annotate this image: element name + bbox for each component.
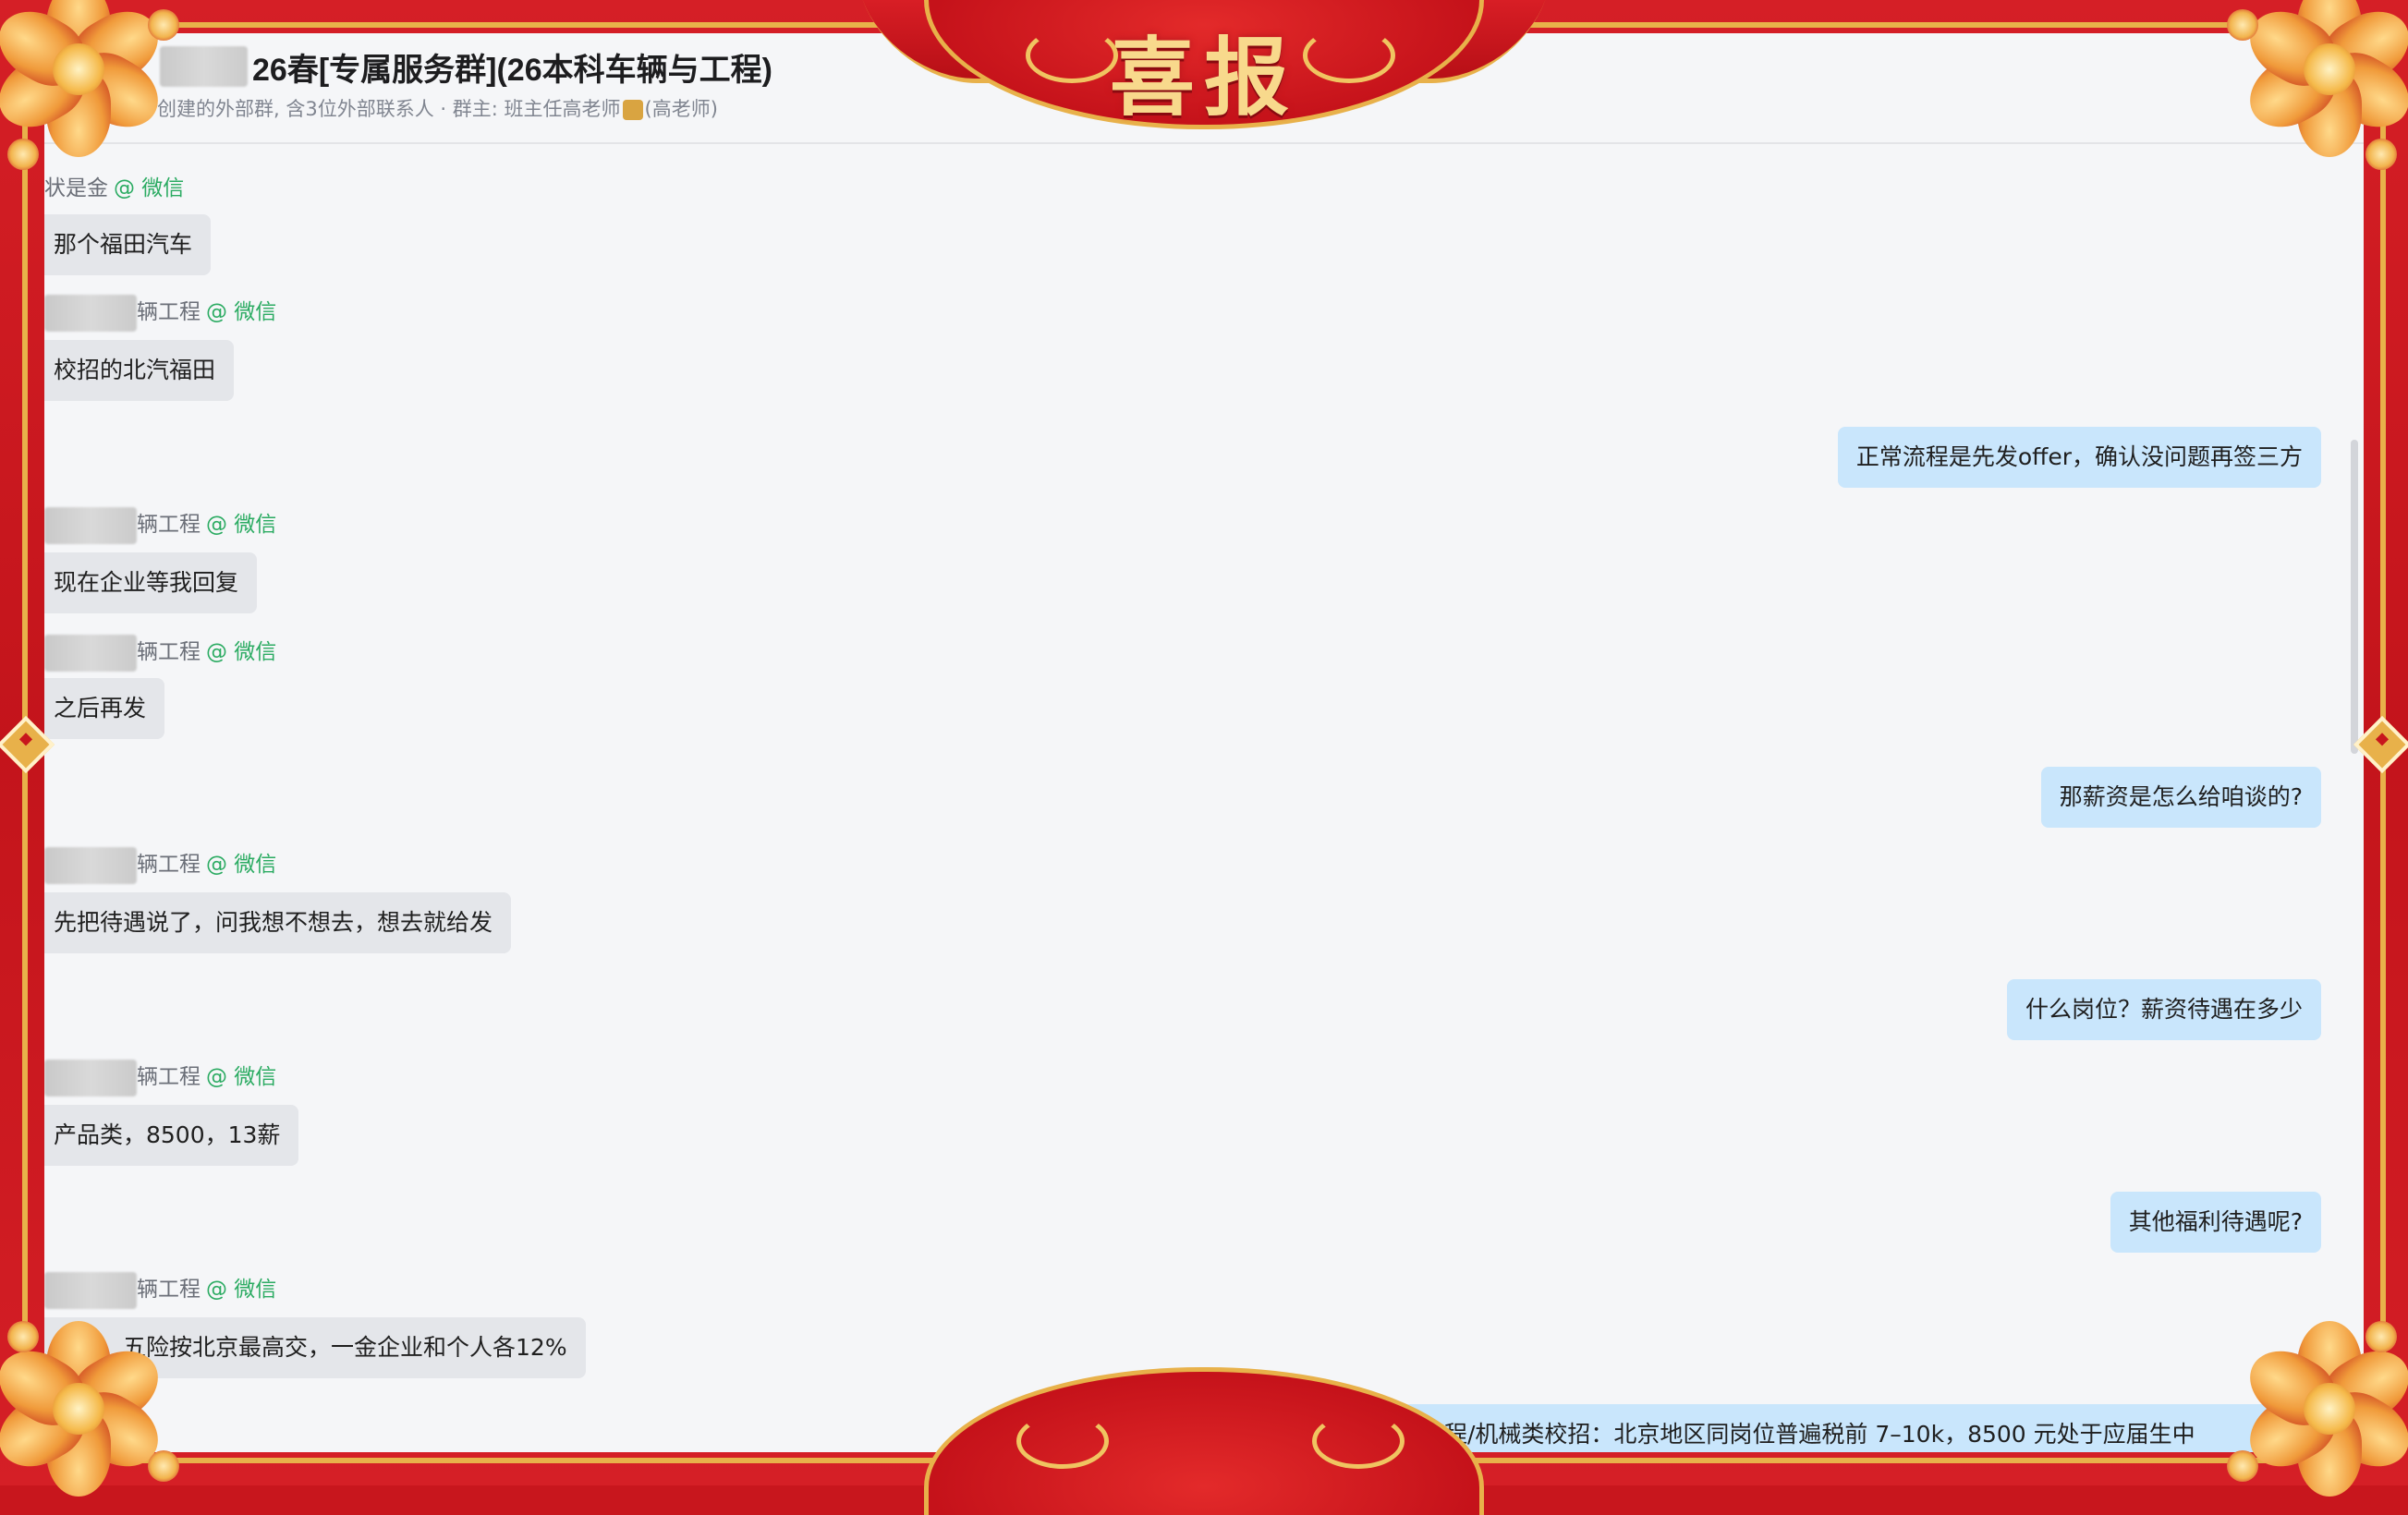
sender-label: 辆工程 (137, 640, 201, 664)
sender-label: 辆工程 (137, 513, 201, 537)
wechat-tag: @ 微信 (206, 853, 277, 877)
corner-flower-icon (0, 0, 171, 157)
group-title: 26春[专属服务群](26本科车辆与工程) (252, 53, 772, 88)
cloud-ornament-icon (1016, 1413, 1109, 1469)
corner-flower-icon (2237, 0, 2408, 157)
sender-name: 辆工程 @ 微信 (44, 294, 276, 332)
wechat-tag: @ 微信 (206, 640, 277, 664)
blurred-sender (44, 1271, 137, 1309)
group-subtitle-text: 用户创建的外部群, 含3位外部联系人 · 群主: 班主任高老师 (118, 98, 621, 120)
wechat-tag: @ 微信 (206, 1065, 277, 1089)
message-bubble-self[interactable]: 其他福利待遇呢? (2110, 1192, 2321, 1253)
banner-title: 喜报 (1109, 28, 1298, 127)
wechat-tag: @ 微信 (206, 300, 277, 324)
chat-window: 26春[专属服务群](26本科车辆与工程) 用户创建的外部群, 含3位外部联系人… (44, 33, 2364, 1452)
owner-avatar (622, 100, 643, 120)
blurred-group-name (160, 46, 248, 87)
sender-label: 辆工程 (137, 853, 201, 877)
message-bubble-self[interactable]: 什么岗位？薪资待遇在多少 (2006, 979, 2321, 1040)
group-subtitle: 用户创建的外部群, 含3位外部联系人 · 群主: 班主任高老师 (高老师) (118, 94, 718, 122)
blurred-sender (44, 506, 137, 544)
small-flower-icon (148, 1450, 179, 1482)
message-bubble[interactable]: 校招的北汽福田 (44, 340, 235, 401)
sender-label: 状是金 (44, 176, 108, 200)
sender-label: 辆工程 (137, 1065, 201, 1089)
small-flower-icon (7, 139, 39, 170)
wechat-tag: @ 微信 (206, 1278, 277, 1302)
small-flower-icon (2365, 1321, 2397, 1352)
small-flower-icon (2227, 1450, 2258, 1482)
cloud-ornament-icon (1303, 28, 1395, 83)
scrollbar[interactable] (2351, 440, 2358, 754)
message-bubble[interactable]: 之后再发 (44, 678, 165, 739)
sender-name: 状是金 @ 微信 (44, 170, 184, 201)
cloud-ornament-icon (1312, 1413, 1405, 1469)
message-bubble-self[interactable]: 那薪资是怎么给咱谈的? (2040, 767, 2321, 828)
message-bubble-self[interactable]: 工程/机械类校招：北京地区同岗位普遍税前 7–10k，8500 元处于应届生中 (1403, 1404, 2364, 1452)
cloud-ornament-icon (1026, 28, 1118, 83)
sender-name: 辆工程 @ 微信 (44, 1271, 276, 1309)
wechat-tag: @ 微信 (114, 176, 185, 200)
sender-name: 辆工程 @ 微信 (44, 506, 276, 544)
small-flower-icon (2365, 139, 2397, 170)
sender-label: 辆工程 (137, 300, 201, 324)
blurred-sender (44, 634, 137, 672)
blurred-sender (44, 294, 137, 332)
blurred-sender (44, 1059, 137, 1097)
small-flower-icon (148, 9, 179, 41)
sender-name: 辆工程 @ 微信 (44, 846, 276, 884)
wechat-tag: @ 微信 (206, 513, 277, 537)
group-subtitle-owner: (高老师) (644, 98, 718, 120)
small-flower-icon (7, 1321, 39, 1352)
message-bubble-self[interactable]: 正常流程是先发offer，确认没问题再签三方 (1837, 427, 2321, 488)
sender-label: 辆工程 (137, 1278, 201, 1302)
message-bubble[interactable]: 先把待遇说了，问我想不想去，想去就给发 (44, 892, 512, 953)
blurred-sender (44, 846, 137, 884)
sender-name: 辆工程 @ 微信 (44, 1059, 276, 1097)
message-bubble[interactable]: 产品类，8500，13薪 (44, 1105, 299, 1166)
message-bubble[interactable]: 现在企业等我回复 (44, 552, 258, 613)
small-flower-icon (2227, 9, 2258, 41)
message-bubble[interactable]: 那个福田汽车 (44, 214, 212, 275)
sender-name: 辆工程 @ 微信 (44, 634, 276, 672)
